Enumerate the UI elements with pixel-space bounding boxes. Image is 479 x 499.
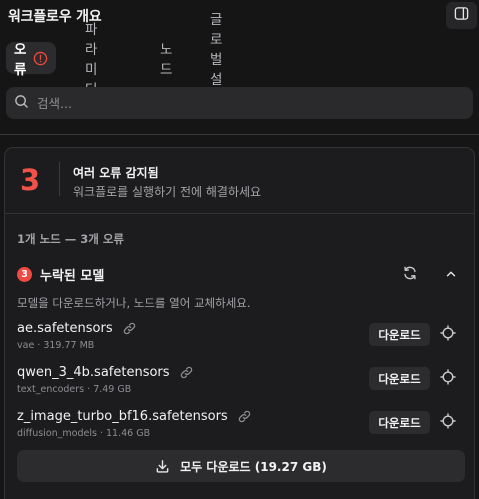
refresh-button[interactable] [400,265,420,285]
crosshair-icon [440,369,456,389]
search-icon [14,94,29,113]
divider [0,134,479,135]
missing-models-header: 3 누락된 모델 [17,265,467,285]
model-row: z_image_turbo_bf16.safetensors diffusion… [5,409,474,449]
tab-global-settings[interactable]: 글로벌 설정 [210,12,222,108]
crosshair-icon [440,413,456,433]
model-name: z_image_turbo_bf16.safetensors [17,409,252,424]
locate-node-button[interactable] [438,325,458,345]
group-hint: 모델을 다운로드하거나, 노드를 열어 교체하세요. [17,296,251,310]
group-title: 누락된 모델 [40,269,105,284]
errors-panel: 3 여러 오류 감지됨 워크플로를 실행하기 전에 해결하세요 1개 노드 — … [4,147,475,499]
tab-label: 노드 [160,42,173,78]
tab-parameters[interactable]: 파라미터 [85,22,97,98]
download-button[interactable]: 다운로드 [369,411,430,434]
model-meta: vae · 319.77 MB [17,340,95,351]
crosshair-icon [440,325,456,345]
model-meta: text_encoders · 7.49 GB [17,384,132,395]
download-button[interactable]: 다운로드 [369,323,430,346]
model-meta: diffusion_models · 11.46 GB [17,428,151,439]
link-icon[interactable] [122,321,137,336]
sidebar-toggle-button[interactable] [446,2,477,29]
chevron-up-icon [444,266,458,285]
error-count: 3 [20,163,41,197]
locate-node-button[interactable] [438,413,458,433]
error-count-badge: 3 [17,267,32,282]
divider [59,162,60,196]
link-icon[interactable] [179,365,194,380]
model-name-text: z_image_turbo_bf16.safetensors [17,409,228,424]
header: 워크플로우 개요 [0,0,479,34]
locate-node-button[interactable] [438,369,458,389]
tab-label: 파라미터 [85,22,98,98]
tab-label: 오류 [14,42,27,78]
download-icon [155,459,170,474]
refresh-icon [402,265,418,285]
model-name-text: ae.safetensors [17,321,113,336]
tab-errors[interactable]: 오류 [6,42,57,78]
node-error-stats: 1개 노드 — 3개 오류 [17,232,124,246]
model-name-text: qwen_3_4b.safetensors [17,365,170,380]
model-row: ae.safetensors vae · 319.77 MB 다운로드 [5,321,474,361]
model-row: qwen_3_4b.safetensors text_encoders · 7.… [5,365,474,405]
collapse-button[interactable] [441,265,461,285]
download-button[interactable]: 다운로드 [369,367,430,390]
link-icon[interactable] [237,409,252,424]
sidebar-panel-icon [454,6,469,25]
download-all-label: 모두 다운로드 (19.27 GB) [180,459,327,474]
model-name: qwen_3_4b.safetensors [17,365,194,380]
download-all-button[interactable]: 모두 다운로드 (19.27 GB) [17,450,465,482]
search-input[interactable] [37,95,437,111]
alert-circle-icon [33,51,48,66]
error-summary: 3 여러 오류 감지됨 워크플로를 실행하기 전에 해결하세요 [5,148,474,214]
tab-nodes[interactable]: 노드 [160,42,172,78]
search-box[interactable] [6,87,473,119]
summary-subtitle: 워크플로를 실행하기 전에 해결하세요 [73,185,262,199]
summary-title: 여러 오류 감지됨 [73,166,159,180]
model-name: ae.safetensors [17,321,137,336]
